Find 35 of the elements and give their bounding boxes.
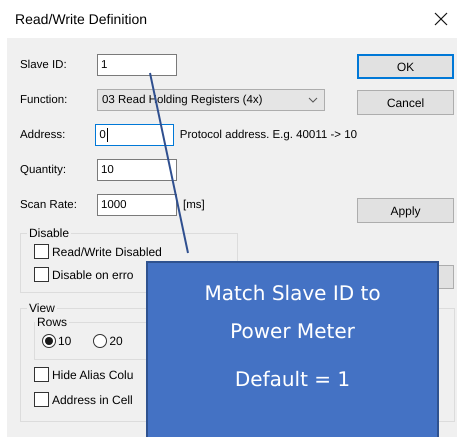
input-field[interactable]: 1 <box>97 54 177 76</box>
group-title: Disable <box>28 226 70 240</box>
dialog-button[interactable]: OK <box>357 54 454 79</box>
checkbox-label: Address in Cell <box>52 392 133 406</box>
checkbox[interactable] <box>34 244 49 259</box>
field-label: Scan Rate: <box>20 199 78 211</box>
checkbox[interactable] <box>34 392 49 407</box>
callout-text: Match Slave ID to <box>204 280 381 306</box>
radio-label: 20 <box>109 334 123 348</box>
field-label: Slave ID: <box>20 59 68 71</box>
field-label: Quantity: <box>20 164 68 176</box>
input-field[interactable]: 10 <box>97 159 177 181</box>
checkbox-label: Read/Write Disabled <box>52 244 162 258</box>
close-button[interactable] <box>433 11 449 27</box>
field-label: Function: <box>20 94 68 106</box>
callout-text: Default = 1 <box>234 366 350 392</box>
input-field[interactable]: 0 <box>95 124 174 146</box>
callout-text: Power Meter <box>230 318 355 344</box>
input-field[interactable]: 1000 <box>97 194 177 216</box>
dialog-button[interactable]: Apply <box>357 198 454 223</box>
radio-button[interactable] <box>93 334 108 348</box>
checkbox[interactable] <box>34 267 49 282</box>
group-title: Rows <box>36 315 68 329</box>
checkbox-label: Hide Alias Colu <box>52 368 134 382</box>
field-label: Address: <box>20 129 66 141</box>
radio-label: 10 <box>58 334 72 348</box>
radio-button[interactable] <box>42 334 56 348</box>
checkbox-label: Disable on erro <box>52 268 134 282</box>
hint-text: Protocol address. E.g. 40011 -> 10 <box>180 129 357 141</box>
group-title: View <box>28 301 56 315</box>
unit-label: [ms] <box>183 199 205 211</box>
window-title: Read/Write Definition <box>15 11 148 27</box>
chevron-down-icon <box>308 97 318 103</box>
checkbox[interactable] <box>34 367 49 382</box>
dialog-button[interactable]: Cancel <box>357 90 454 115</box>
